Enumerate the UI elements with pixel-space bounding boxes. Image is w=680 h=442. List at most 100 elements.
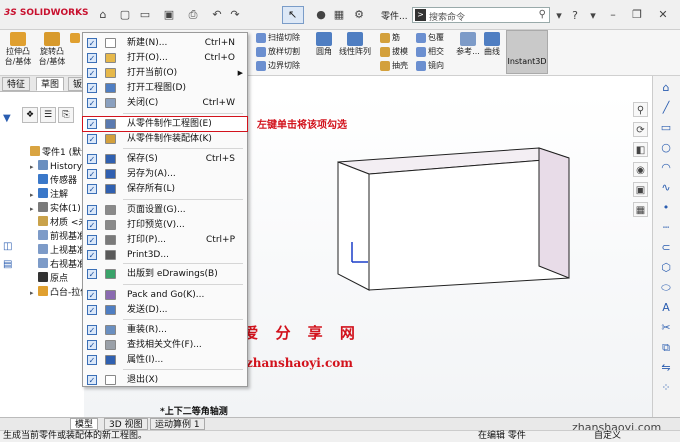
checkbox-icon[interactable]: ✓ [87,220,97,230]
sweep-cut-button[interactable]: 扫描切除 [256,31,300,45]
checkbox-icon[interactable]: ✓ [87,205,97,215]
checkbox-icon[interactable]: ✓ [87,68,97,78]
point-tool-icon[interactable]: • [658,200,674,216]
menu-item[interactable]: ✓ 从零件制作工程图(E) [82,116,248,132]
close-icon[interactable]: ✕ [656,8,670,22]
loft-cut-button[interactable]: 放样切割 [256,45,300,59]
menu-item[interactable]: ✓ 保存(S) Ctrl+S [83,152,247,166]
open-folder-icon[interactable]: ▭ [138,8,152,22]
rotate-icon[interactable]: ⟳ [633,122,648,137]
menu-item[interactable]: ✓ 保存所有(L) [83,182,247,196]
gear-icon[interactable]: ⚙ [352,8,366,22]
tree-item[interactable]: ▸ 注解 [30,188,68,202]
search-input[interactable]: > 搜索命令 ⚲ [412,7,550,23]
view-icon[interactable]: ◫ [3,241,16,253]
new-doc-icon[interactable]: ▢ [118,8,132,22]
grid-icon[interactable]: ▦ [332,8,346,22]
view-settings-icon[interactable]: ▦ [633,202,648,217]
tree-item[interactable]: ▸ 凸台-拉伸 [30,286,89,300]
menu-item[interactable]: ✓ 打开工程图(D) [83,81,247,95]
checkbox-icon[interactable]: ✓ [87,250,97,260]
spline-tool-icon[interactable]: ∿ [658,180,674,196]
menu-item[interactable]: ✓ 打开当前(O) ▶ [83,66,247,80]
checkbox-icon[interactable]: ✓ [87,154,97,164]
trim-tool-icon[interactable]: ✂ [658,320,674,336]
menu-item[interactable]: ✓ 页面设置(G)... [83,203,247,217]
draft-button[interactable]: 拔模 [380,45,408,59]
tab-motion-study[interactable]: 运动算例 1 [150,418,205,430]
checkbox-icon[interactable]: ✓ [87,355,97,365]
pattern-tool-icon[interactable]: ⁘ [658,380,674,396]
fillet-button[interactable]: 圆角 [308,30,340,57]
text-tool-icon[interactable]: A [658,300,674,316]
traffic-light-icon[interactable]: ● [314,8,328,22]
zoom-icon[interactable]: ⚲ [633,102,648,117]
mirror-tool-icon[interactable]: ⇋ [658,360,674,376]
feature-tree-tab[interactable]: ❖ [22,107,38,123]
search-dropdown-icon[interactable]: ▾ [552,9,566,23]
restore-icon[interactable]: ❐ [630,8,644,22]
filter-icon[interactable]: ▼ [3,113,16,125]
help-icon[interactable]: ? [568,9,582,23]
curves-button[interactable]: 曲线 [478,30,506,57]
tree-item[interactable]: ▸ History [30,160,82,174]
display-style-icon[interactable]: ◧ [633,142,648,157]
tree-item[interactable]: 右视基准 [30,258,86,272]
select-pointer-button[interactable]: ↖ [282,6,304,24]
polygon-tool-icon[interactable]: ⬡ [658,260,674,276]
checkbox-icon[interactable]: ✓ [87,38,97,48]
expander-icon[interactable]: ▸ [30,286,38,300]
tab-features[interactable]: 特征 [2,77,31,91]
menu-item[interactable]: ✓ 从零件制作装配体(K) [83,132,247,146]
ellipse-tool-icon[interactable]: ⬭ [658,280,674,296]
menu-item[interactable]: ✓ 打印(P)... Ctrl+P [83,233,247,247]
linear-pattern-button[interactable]: 线性阵列 [338,30,372,57]
minimize-icon[interactable]: – [606,8,620,22]
checkbox-icon[interactable]: ✓ [87,184,97,194]
arc-tool-icon[interactable]: ◠ [658,160,674,176]
checkbox-icon[interactable]: ✓ [87,325,97,335]
checkbox-icon[interactable]: ✓ [87,235,97,245]
menu-item[interactable]: ✓ 属性(I)... [83,353,247,367]
instant3d-button[interactable]: Instant3D [506,30,548,74]
extrude-boss-button[interactable]: 拉伸凸 台/基体 [2,30,34,67]
menu-item[interactable]: ✓ Print3D... [83,248,247,262]
menu-item[interactable]: ✓ 打开(O)... Ctrl+O [83,51,247,65]
tree-item[interactable]: 上视基准 [30,244,86,258]
line-tool-icon[interactable]: ╱ [658,100,674,116]
menu-item[interactable]: ✓ 关闭(C) Ctrl+W [83,96,247,110]
circle-tool-icon[interactable]: ○ [658,140,674,156]
menu-item[interactable]: ✓ 退出(X) [83,373,247,387]
offset-tool-icon[interactable]: ⧉ [658,340,674,356]
config-manager-tab[interactable]: ⎘ [58,107,74,123]
tab-3d-view[interactable]: 3D 视图 [104,418,148,430]
scene-icon[interactable]: ▣ [633,182,648,197]
checkbox-icon[interactable]: ✓ [87,340,97,350]
menu-item[interactable]: ✓ 发送(D)... [83,303,247,317]
tree-item[interactable]: ▸ 实体(1) [30,202,81,216]
menu-item[interactable]: ✓ 出版到 eDrawings(B) [83,267,247,281]
checkbox-icon[interactable]: ✓ [87,119,97,129]
centerline-icon[interactable]: ┄ [658,220,674,236]
rectangle-tool-icon[interactable]: ▭ [658,120,674,136]
menu-item[interactable]: ✓ 打印预览(V)... [83,218,247,232]
undo-icon[interactable]: ↶ [210,8,224,22]
expander-icon[interactable]: ▸ [30,188,38,202]
rib-button[interactable]: 筋 [380,31,400,45]
expander-icon[interactable]: ▸ [30,202,38,216]
appearance-icon[interactable]: ◉ [633,162,648,177]
menu-item[interactable]: ✓ 另存为(A)... [83,167,247,181]
redo-icon[interactable]: ↷ [228,8,242,22]
boundary-cut-button[interactable]: 边界切除 [256,59,300,73]
revolve-boss-button[interactable]: 旋转凸 台/基体 [36,30,68,67]
section-icon[interactable]: ▤ [3,259,16,271]
menu-item[interactable]: ✓ 重装(R)... [83,323,247,337]
checkbox-icon[interactable]: ✓ [87,375,97,385]
checkbox-icon[interactable]: ✓ [87,169,97,179]
tree-item[interactable]: 原点 [30,272,68,286]
checkbox-icon[interactable]: ✓ [87,290,97,300]
home-icon[interactable]: ⌂ [96,8,110,22]
checkbox-icon[interactable]: ✓ [87,269,97,279]
solidworks-logo[interactable]: 3S SOLIDWORKS [4,8,89,18]
wrap-button[interactable]: 包覆 [416,31,444,45]
